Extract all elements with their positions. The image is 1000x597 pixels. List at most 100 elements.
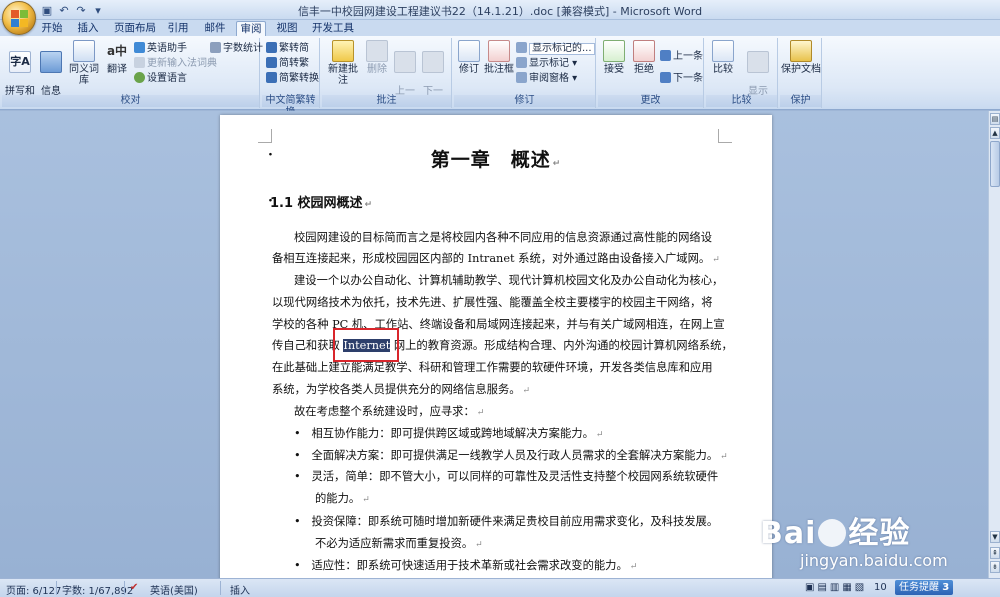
new-comment-button[interactable]: 新建批注 [324,40,362,86]
word-count-button[interactable]: 字数统计 [210,42,263,55]
track-changes-label: 修订 [459,64,479,75]
balloons-label: 批注框 [484,64,514,75]
new-comment-icon [332,40,354,62]
group-label-tracking: 修订 [454,95,595,107]
ruler-toggle-icon[interactable]: ▤ [990,113,1000,125]
group-label-protect: 保护 [780,95,821,107]
thesaurus-button[interactable]: 同义词库 [66,40,102,86]
update-ime-button[interactable]: 更新输入法词典 [134,57,217,70]
language-status[interactable]: 英语(美国) [150,582,198,597]
bullet-text: 灵活，简单：即不管大小，可以同样的可靠性及灵活性支持整个校园网系统软硬件 [311,470,719,483]
taskbar-reminder[interactable]: 任务提醒 3 [895,580,954,595]
previous-page-icon[interactable]: ⇞ [990,547,1000,559]
next-page-icon[interactable]: ⇟ [990,561,1000,573]
translate-button[interactable]: a中 翻译 [104,40,130,75]
delete-comment-button[interactable]: 删除 [364,40,390,75]
word-count-label: 字数统计 [223,43,263,54]
compare-button[interactable]: 比较 [708,40,738,75]
body-line-text: 备相互连接起来，形成校园园区内部的 Intranet 系统，对外通过路由设备接入… [272,252,711,265]
paragraph-mark: ↵ [629,562,638,572]
paragraph-mark: ↵ [712,255,720,265]
to-traditional-label: 简转繁 [279,58,309,69]
page-count[interactable]: 页面: 6/127 [6,582,61,597]
chapter-title-text: 第一章 概述 [430,149,551,171]
english-assistant-label: 英语助手 [147,43,187,54]
next-change-label: 下一条 [673,73,703,84]
to-simplified-label: 繁转简 [279,43,309,54]
zoom-level[interactable]: 10 [874,582,887,593]
document-page[interactable]: · 第一章 概述 ↵ · 1.1 校园网概述 ↵ 校园网建设的目标简而言之是将校园内… [220,115,772,578]
group-compare: 比较 显示 源文档 比较 [706,38,778,108]
next-comment-icon [422,51,444,73]
scroll-thumb[interactable] [990,141,1000,187]
bullet-item: • 灵活，简单：即不管大小，可以同样的可靠性及灵活性支持整个校园网系统软硬件 [294,470,719,483]
body-line-text: 系统，为学校各类人员提供充分的网络信息服务。 [272,383,521,396]
ribbon: 字A 拼写和 语法 信息 检索 同义词库 a中 翻译 英语助手 更新输入法词典 … [0,36,1000,118]
status-separator [124,581,125,595]
previous-change-label: 上一条 [673,51,703,62]
highlight-box [333,328,399,362]
paragraph-mark: ↵ [364,200,373,210]
scroll-down-icon[interactable]: ▼ [990,531,1000,543]
bullet-item: • 适应性：即系统可快速适用于技术革新或社会需求改变的能力。 ↵ [294,559,638,572]
proofing-error-icon[interactable]: ✔ [130,582,138,593]
group-label-changes: 更改 [598,95,703,107]
to-simplified-button[interactable]: 繁转简 [266,42,309,55]
to-traditional-button[interactable]: 简转繁 [266,57,309,70]
set-language-button[interactable]: 设置语言 [134,72,187,85]
reviewing-pane-button[interactable]: 审阅窗格 ▾ [516,72,577,85]
tab-view[interactable]: 视图 [272,21,302,36]
view-buttons-icon[interactable]: ▣▤▥▦▧ [805,582,867,593]
taskbar-reminder-count: 3 [942,582,950,593]
crop-mark [258,129,272,143]
ribbon-tabs: 开始 插入 页面布局 引用 邮件 审阅 视图 开发工具 [0,20,1000,36]
convert-button[interactable]: 简繁转换 [266,72,319,85]
group-protect: 保护文档 保护 [780,38,822,108]
tab-developer[interactable]: 开发工具 [308,21,358,36]
english-assistant-button[interactable]: 英语助手 [134,42,187,55]
tab-home[interactable]: 开始 [36,21,68,36]
paragraph-mark: ↵ [522,386,531,396]
protect-document-button[interactable]: 保护文档 [780,40,822,75]
baidu-watermark-logo: Bai 经验 [760,508,910,552]
group-changes: 接受 拒绝 上一条 下一条 更改 [598,38,704,108]
paragraph-mark: ↵ [552,159,562,169]
office-logo-icon [11,10,29,28]
group-chinese-conversion: 繁转简 简转繁 简繁转换 中文简繁转换 [262,38,320,118]
track-changes-button[interactable]: 修订 [456,40,482,75]
body-line: 校园网建设的目标简而言之是将校园内各种不同应用的信息资源通过高性能的网络设 [294,231,712,244]
reject-button[interactable]: 拒绝 [630,40,658,75]
group-comments: 新建批注 删除 上一 条 下一 条 批注 [322,38,452,108]
tab-references[interactable]: 引用 [163,21,193,36]
tab-page-layout[interactable]: 页面布局 [109,21,161,36]
tab-mailings[interactable]: 邮件 [200,21,230,36]
paragraph-mark: ↵ [362,495,370,505]
simplified-icon [266,42,277,53]
office-button[interactable] [2,1,36,35]
scroll-up-icon[interactable]: ▲ [990,127,1000,139]
new-comment-label: 新建批注 [328,64,358,86]
accept-button[interactable]: 接受 [600,40,628,75]
bullet-text: 的能力。 [315,492,361,505]
balloons-button[interactable]: 批注框 [484,40,514,75]
previous-change-button[interactable]: 上一条 [660,50,703,63]
crop-mark [718,129,732,143]
next-change-button[interactable]: 下一条 [660,72,703,85]
language-icon [134,72,145,83]
insert-mode[interactable]: 插入 [230,582,250,597]
watermark-logo-text: Bai [760,516,817,551]
display-for-review-select[interactable]: 显示标记的... [516,42,595,55]
body-line: 建设一个以办公自动化、计算机辅助教学、现代计算机校园文化及办公自动化为核心， [294,274,724,287]
paragraph-mark: ↵ [595,430,604,440]
word-count[interactable]: 字数: 1/67,892 [62,582,133,597]
globe-icon [134,42,145,53]
thesaurus-book-icon [73,40,95,62]
delete-comment-label: 删除 [367,64,387,75]
tab-insert[interactable]: 插入 [72,21,104,36]
bullet-item: • 投资保障：即系统可随时增加新硬件来满足贵校目前应用需求变化，及科技发展。 [294,515,719,528]
vertical-scrollbar[interactable]: ▤ ▲ ▼ ⇞ ⇟ [988,111,1000,578]
title-bar: ▣ ↶ ↷ ▾ 信丰一中校园网建设工程建议书22（14.1.21）.doc [兼… [0,0,1000,20]
show-markup-button[interactable]: 显示标记 ▾ [516,57,577,70]
tab-review[interactable]: 审阅 [236,21,266,36]
chapter-title: 第一章 概述 ↵ [220,145,772,172]
